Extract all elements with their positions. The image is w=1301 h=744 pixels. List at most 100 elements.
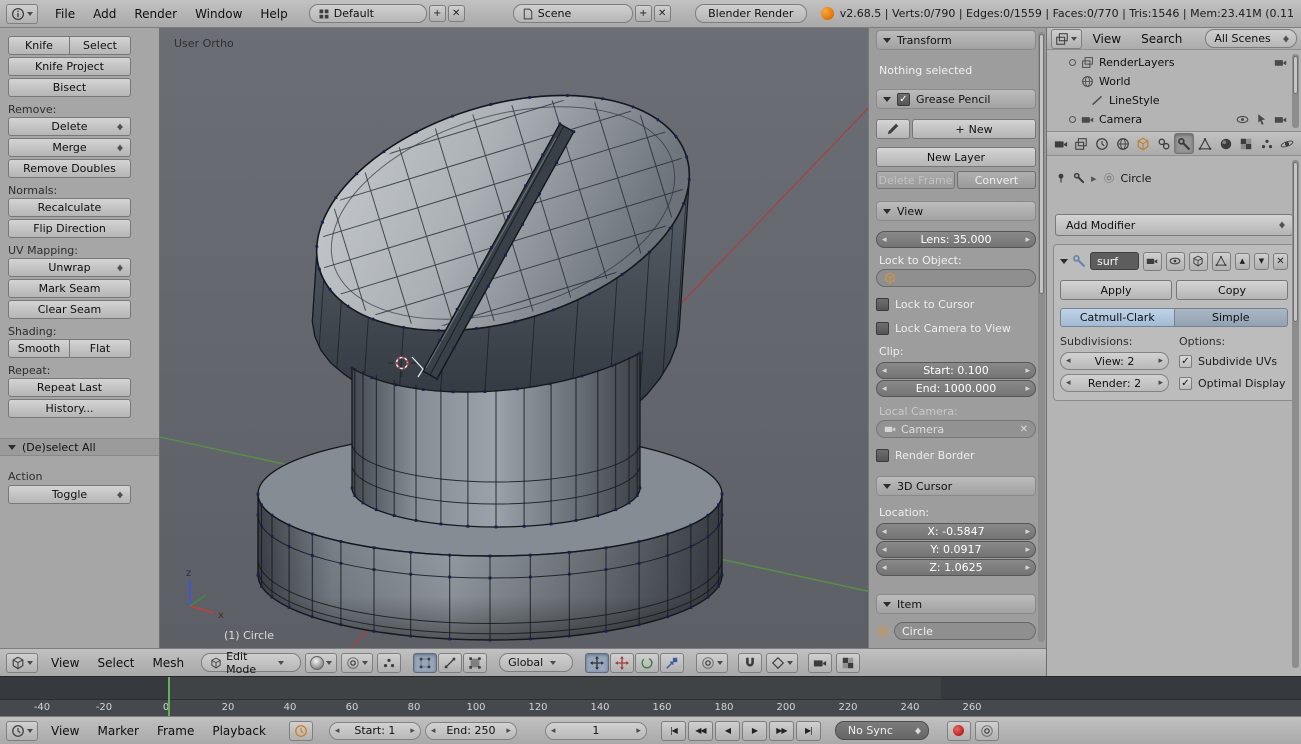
decrement-arrow-icon[interactable]: ◂: [551, 726, 556, 736]
increment-arrow-icon[interactable]: ▸: [410, 726, 415, 736]
decrement-arrow-icon[interactable]: ◂: [882, 366, 887, 376]
increment-arrow-icon[interactable]: ▸: [1158, 356, 1163, 366]
menu-mesh[interactable]: Mesh: [144, 654, 194, 672]
knife-button[interactable]: Knife: [8, 36, 70, 55]
mark-seam-button[interactable]: Mark Seam: [8, 279, 131, 298]
scene-selector[interactable]: Scene: [513, 4, 633, 23]
panel-header-transform[interactable]: Transform: [876, 30, 1036, 50]
decrement-arrow-icon[interactable]: ◂: [431, 726, 436, 736]
menu-help[interactable]: Help: [251, 5, 296, 23]
increment-arrow-icon[interactable]: ▸: [1025, 545, 1030, 555]
menu-view[interactable]: View: [1084, 30, 1130, 48]
cam-restriction-toggle-icon[interactable]: [1274, 113, 1287, 126]
edge-select-button[interactable]: [438, 653, 462, 673]
menu-select[interactable]: Select: [88, 654, 143, 672]
lock-camera-to-view-checkbox[interactable]: Lock Camera to View: [876, 321, 1036, 335]
properties-tab-object-data[interactable]: [1195, 133, 1215, 154]
lens-field[interactable]: ◂ Lens: 35.000 ▸: [876, 231, 1036, 248]
snap-element-dropdown[interactable]: [766, 653, 798, 673]
menu-add[interactable]: Add: [84, 5, 125, 23]
panel-header-view[interactable]: View: [876, 201, 1036, 221]
increment-arrow-icon[interactable]: ▸: [1025, 366, 1030, 376]
add-modifier-dropdown[interactable]: Add Modifier: [1055, 214, 1293, 236]
increment-arrow-icon[interactable]: ▸: [506, 726, 511, 736]
bisect-button[interactable]: Bisect: [8, 78, 131, 97]
decrement-arrow-icon[interactable]: ◂: [882, 545, 887, 555]
sync-dropdown[interactable]: No Sync: [835, 721, 929, 740]
modifier-editmode-toggle[interactable]: [1189, 252, 1208, 271]
editor-type-button[interactable]: [6, 4, 38, 24]
panel-header-deselect-all[interactable]: (De)select All: [0, 438, 159, 456]
scrollbar[interactable]: [1038, 32, 1045, 642]
scrollbar-thumb[interactable]: [1039, 34, 1044, 294]
select-button[interactable]: Select: [70, 36, 131, 55]
arrowcur-restriction-toggle-icon[interactable]: [1255, 113, 1268, 126]
delete-scene-button[interactable]: ✕: [654, 5, 671, 22]
scrollbar-thumb[interactable]: [1293, 56, 1298, 94]
end-frame-field[interactable]: ◂ End: 250 ▸: [425, 722, 517, 740]
panel-header-item[interactable]: Item: [876, 594, 1036, 614]
outliner-item-camera[interactable]: Camera: [1047, 110, 1301, 129]
opengl-render-anim-button[interactable]: [836, 653, 860, 673]
apply-modifier-button[interactable]: Apply: [1060, 280, 1172, 300]
screen-layout-selector[interactable]: Default: [309, 4, 427, 23]
increment-arrow-icon[interactable]: ▸: [1025, 235, 1030, 245]
play-reverse-button[interactable]: ◀: [715, 721, 740, 741]
vertex-select-button[interactable]: [413, 653, 437, 673]
keying-options-button[interactable]: [975, 721, 999, 741]
cursor-y-field[interactable]: ◂ Y: 0.0917 ▸: [876, 541, 1036, 558]
face-select-button[interactable]: [463, 653, 487, 673]
delete-menu-button[interactable]: Delete: [8, 117, 131, 136]
clip-end-field[interactable]: ◂ End: 1000.000 ▸: [876, 380, 1036, 397]
add-screen-layout-button[interactable]: +: [429, 5, 446, 22]
move-modifier-up-button[interactable]: ▲: [1235, 253, 1250, 270]
unwrap-menu-button[interactable]: Unwrap: [8, 258, 131, 277]
properties-tab-render-layers[interactable]: [1072, 133, 1092, 154]
start-frame-field[interactable]: ◂ Start: 1 ▸: [329, 722, 421, 740]
expand-icon[interactable]: [1060, 259, 1068, 268]
snap-toggle-button[interactable]: [738, 653, 762, 673]
properties-tab-modifiers[interactable]: [1174, 133, 1194, 154]
render-engine-selector[interactable]: Blender Render: [695, 4, 807, 23]
jump-to-end-button[interactable]: ▶|: [796, 721, 821, 741]
properties-tab-physics[interactable]: [1277, 133, 1297, 154]
translate-manipulator-button[interactable]: [610, 653, 634, 673]
timeline-ruler[interactable]: -40-200204060801001201401601802002202402…: [0, 699, 1301, 716]
decrement-arrow-icon[interactable]: ◂: [882, 563, 887, 573]
recalculate-button[interactable]: Recalculate: [8, 198, 131, 217]
grease-pencil-checkbox[interactable]: ✓: [897, 93, 910, 106]
menu-window[interactable]: Window: [186, 5, 251, 23]
jump-to-prev-keyframe-button[interactable]: ◀◀: [688, 721, 713, 741]
menu-playback[interactable]: Playback: [203, 722, 275, 740]
expand-icon[interactable]: [1069, 59, 1076, 66]
editor-type-button[interactable]: [6, 721, 38, 741]
properties-tab-texture[interactable]: [1236, 133, 1256, 154]
current-frame-indicator-button[interactable]: [289, 721, 313, 741]
menu-view[interactable]: View: [42, 722, 88, 740]
scale-manipulator-button[interactable]: [660, 653, 684, 673]
increment-arrow-icon[interactable]: ▸: [1025, 563, 1030, 573]
clip-start-field[interactable]: ◂ Start: 0.100 ▸: [876, 362, 1036, 379]
jump-to-start-button[interactable]: |◀: [661, 721, 686, 741]
move-modifier-down-button[interactable]: ▼: [1254, 253, 1269, 270]
menu-search[interactable]: Search: [1132, 30, 1191, 48]
editor-type-button[interactable]: [6, 653, 38, 673]
cursor-x-field[interactable]: ◂ X: -0.5847 ▸: [876, 523, 1036, 540]
jump-to-next-keyframe-button[interactable]: ▶▶: [769, 721, 794, 741]
properties-tab-particles[interactable]: [1257, 133, 1277, 154]
rotate-manipulator-button[interactable]: [635, 653, 659, 673]
subdivide-uvs-checkbox[interactable]: ✓Subdivide UVs: [1179, 352, 1288, 370]
pin-icon[interactable]: [1055, 172, 1067, 184]
flip-direction-button[interactable]: Flip Direction: [8, 219, 131, 238]
smooth-shading-button[interactable]: Smooth: [8, 339, 70, 358]
outliner-item-renderlayers[interactable]: RenderLayers: [1047, 53, 1301, 72]
increment-arrow-icon[interactable]: ▸: [1025, 384, 1030, 394]
lock-object-field[interactable]: [876, 269, 1036, 287]
decrement-arrow-icon[interactable]: ◂: [1066, 378, 1071, 388]
menu-marker[interactable]: Marker: [88, 722, 147, 740]
grease-pencil-new-button[interactable]: + New: [912, 119, 1036, 139]
repeat-last-button[interactable]: Repeat Last: [8, 378, 131, 397]
transform-orientation-dropdown[interactable]: Global: [499, 653, 573, 672]
delete-screen-layout-button[interactable]: ✕: [448, 5, 465, 22]
modifier-viewport-toggle[interactable]: [1166, 252, 1185, 271]
